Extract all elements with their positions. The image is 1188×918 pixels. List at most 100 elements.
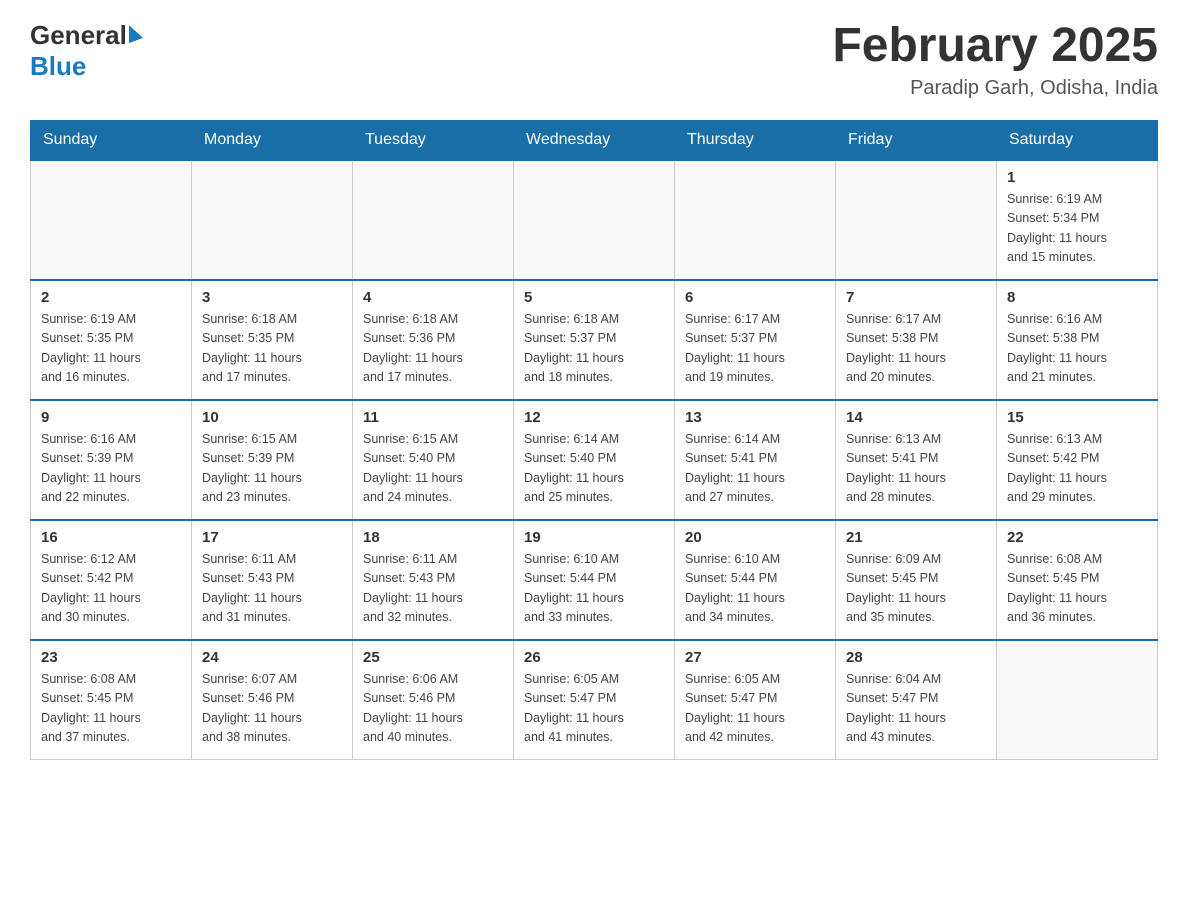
day-info: Sunrise: 6:17 AM Sunset: 5:37 PM Dayligh… [685, 310, 825, 388]
day-number: 28 [846, 649, 986, 666]
calendar-cell [31, 160, 192, 280]
day-number: 26 [524, 649, 664, 666]
day-number: 6 [685, 289, 825, 306]
day-number: 11 [363, 409, 503, 426]
calendar-cell: 5 Sunrise: 6:18 AM Sunset: 5:37 PM Daylig… [514, 280, 675, 400]
day-number: 4 [363, 289, 503, 306]
logo: General Blue [30, 20, 143, 82]
day-info: Sunrise: 6:08 AM Sunset: 5:45 PM Dayligh… [41, 670, 181, 748]
day-number: 17 [202, 529, 342, 546]
calendar-cell: 1 Sunrise: 6:19 AM Sunset: 5:34 PM Daylig… [997, 160, 1158, 280]
day-info: Sunrise: 6:14 AM Sunset: 5:40 PM Dayligh… [524, 430, 664, 508]
calendar-cell: 20 Sunrise: 6:10 AM Sunset: 5:44 PM Dayli… [675, 520, 836, 640]
day-number: 21 [846, 529, 986, 546]
calendar-cell: 22 Sunrise: 6:08 AM Sunset: 5:45 PM Dayli… [997, 520, 1158, 640]
calendar-cell: 3 Sunrise: 6:18 AM Sunset: 5:35 PM Daylig… [192, 280, 353, 400]
calendar-cell [192, 160, 353, 280]
day-info: Sunrise: 6:12 AM Sunset: 5:42 PM Dayligh… [41, 550, 181, 628]
weekday-header-tuesday: Tuesday [353, 120, 514, 160]
day-info: Sunrise: 6:19 AM Sunset: 5:34 PM Dayligh… [1007, 190, 1147, 268]
day-number: 15 [1007, 409, 1147, 426]
title-section: February 2025 Paradip Garh, Odisha, Indi… [832, 20, 1158, 100]
day-info: Sunrise: 6:16 AM Sunset: 5:38 PM Dayligh… [1007, 310, 1147, 388]
logo-arrow-icon [129, 25, 143, 47]
calendar-week-4: 16 Sunrise: 6:12 AM Sunset: 5:42 PM Dayli… [31, 520, 1158, 640]
calendar-cell: 11 Sunrise: 6:15 AM Sunset: 5:40 PM Dayli… [353, 400, 514, 520]
day-info: Sunrise: 6:07 AM Sunset: 5:46 PM Dayligh… [202, 670, 342, 748]
calendar-cell: 2Sunrise: 6:19 AM Sunset: 5:35 PM Daylig… [31, 280, 192, 400]
day-info: Sunrise: 6:15 AM Sunset: 5:39 PM Dayligh… [202, 430, 342, 508]
calendar-cell: 12Sunrise: 6:14 AM Sunset: 5:40 PM Dayli… [514, 400, 675, 520]
day-number: 8 [1007, 289, 1147, 306]
calendar-cell: 10 Sunrise: 6:15 AM Sunset: 5:39 PM Dayli… [192, 400, 353, 520]
calendar-cell: 26 Sunrise: 6:05 AM Sunset: 5:47 PM Dayli… [514, 640, 675, 760]
day-number: 23 [41, 649, 181, 666]
calendar-cell: 27 Sunrise: 6:05 AM Sunset: 5:47 PM Dayli… [675, 640, 836, 760]
day-number: 25 [363, 649, 503, 666]
day-info: Sunrise: 6:13 AM Sunset: 5:41 PM Dayligh… [846, 430, 986, 508]
page-header: General Blue February 2025 Paradip Garh,… [30, 20, 1158, 100]
day-number: 22 [1007, 529, 1147, 546]
weekday-header-thursday: Thursday [675, 120, 836, 160]
calendar-cell: 13Sunrise: 6:14 AM Sunset: 5:41 PM Dayli… [675, 400, 836, 520]
day-number: 27 [685, 649, 825, 666]
day-number: 1 [1007, 169, 1147, 186]
day-number: 5 [524, 289, 664, 306]
calendar-cell [675, 160, 836, 280]
calendar-cell: 6 Sunrise: 6:17 AM Sunset: 5:37 PM Daylig… [675, 280, 836, 400]
calendar-cell [514, 160, 675, 280]
calendar-cell: 28 Sunrise: 6:04 AM Sunset: 5:47 PM Dayli… [836, 640, 997, 760]
calendar-cell: 24Sunrise: 6:07 AM Sunset: 5:46 PM Dayli… [192, 640, 353, 760]
logo-general-text: General [30, 20, 127, 51]
day-info: Sunrise: 6:10 AM Sunset: 5:44 PM Dayligh… [685, 550, 825, 628]
calendar-week-1: 1 Sunrise: 6:19 AM Sunset: 5:34 PM Daylig… [31, 160, 1158, 280]
calendar-cell: 8 Sunrise: 6:16 AM Sunset: 5:38 PM Daylig… [997, 280, 1158, 400]
weekday-header-monday: Monday [192, 120, 353, 160]
day-info: Sunrise: 6:10 AM Sunset: 5:44 PM Dayligh… [524, 550, 664, 628]
day-number: 20 [685, 529, 825, 546]
calendar-cell [836, 160, 997, 280]
day-info: Sunrise: 6:05 AM Sunset: 5:47 PM Dayligh… [685, 670, 825, 748]
day-number: 9 [41, 409, 181, 426]
day-info: Sunrise: 6:13 AM Sunset: 5:42 PM Dayligh… [1007, 430, 1147, 508]
day-number: 7 [846, 289, 986, 306]
day-info: Sunrise: 6:18 AM Sunset: 5:36 PM Dayligh… [363, 310, 503, 388]
day-number: 16 [41, 529, 181, 546]
location-text: Paradip Garh, Odisha, India [832, 77, 1158, 100]
weekday-header-friday: Friday [836, 120, 997, 160]
calendar-cell: 17 Sunrise: 6:11 AM Sunset: 5:43 PM Dayli… [192, 520, 353, 640]
day-number: 14 [846, 409, 986, 426]
calendar-cell: 4 Sunrise: 6:18 AM Sunset: 5:36 PM Daylig… [353, 280, 514, 400]
calendar-cell: 25 Sunrise: 6:06 AM Sunset: 5:46 PM Dayli… [353, 640, 514, 760]
day-info: Sunrise: 6:04 AM Sunset: 5:47 PM Dayligh… [846, 670, 986, 748]
day-info: Sunrise: 6:14 AM Sunset: 5:41 PM Dayligh… [685, 430, 825, 508]
calendar-cell: 9Sunrise: 6:16 AM Sunset: 5:39 PM Daylig… [31, 400, 192, 520]
day-number: 10 [202, 409, 342, 426]
weekday-header-saturday: Saturday [997, 120, 1158, 160]
calendar-header-row: SundayMondayTuesdayWednesdayThursdayFrid… [31, 120, 1158, 160]
day-number: 3 [202, 289, 342, 306]
day-number: 18 [363, 529, 503, 546]
calendar-week-3: 9Sunrise: 6:16 AM Sunset: 5:39 PM Daylig… [31, 400, 1158, 520]
day-info: Sunrise: 6:09 AM Sunset: 5:45 PM Dayligh… [846, 550, 986, 628]
day-number: 19 [524, 529, 664, 546]
calendar-cell: 15 Sunrise: 6:13 AM Sunset: 5:42 PM Dayli… [997, 400, 1158, 520]
calendar-week-5: 23 Sunrise: 6:08 AM Sunset: 5:45 PM Dayli… [31, 640, 1158, 760]
day-info: Sunrise: 6:18 AM Sunset: 5:37 PM Dayligh… [524, 310, 664, 388]
day-info: Sunrise: 6:19 AM Sunset: 5:35 PM Dayligh… [41, 310, 181, 388]
month-title: February 2025 [832, 20, 1158, 73]
logo-blue-text: Blue [30, 51, 86, 82]
day-info: Sunrise: 6:18 AM Sunset: 5:35 PM Dayligh… [202, 310, 342, 388]
calendar-cell: 16 Sunrise: 6:12 AM Sunset: 5:42 PM Dayli… [31, 520, 192, 640]
day-info: Sunrise: 6:08 AM Sunset: 5:45 PM Dayligh… [1007, 550, 1147, 628]
day-info: Sunrise: 6:06 AM Sunset: 5:46 PM Dayligh… [363, 670, 503, 748]
calendar-cell: 19 Sunrise: 6:10 AM Sunset: 5:44 PM Dayli… [514, 520, 675, 640]
weekday-header-sunday: Sunday [31, 120, 192, 160]
day-info: Sunrise: 6:15 AM Sunset: 5:40 PM Dayligh… [363, 430, 503, 508]
calendar-cell: 18Sunrise: 6:11 AM Sunset: 5:43 PM Dayli… [353, 520, 514, 640]
calendar-table: SundayMondayTuesdayWednesdayThursdayFrid… [30, 120, 1158, 761]
day-info: Sunrise: 6:11 AM Sunset: 5:43 PM Dayligh… [202, 550, 342, 628]
weekday-header-wednesday: Wednesday [514, 120, 675, 160]
day-info: Sunrise: 6:05 AM Sunset: 5:47 PM Dayligh… [524, 670, 664, 748]
calendar-cell: 7Sunrise: 6:17 AM Sunset: 5:38 PM Daylig… [836, 280, 997, 400]
